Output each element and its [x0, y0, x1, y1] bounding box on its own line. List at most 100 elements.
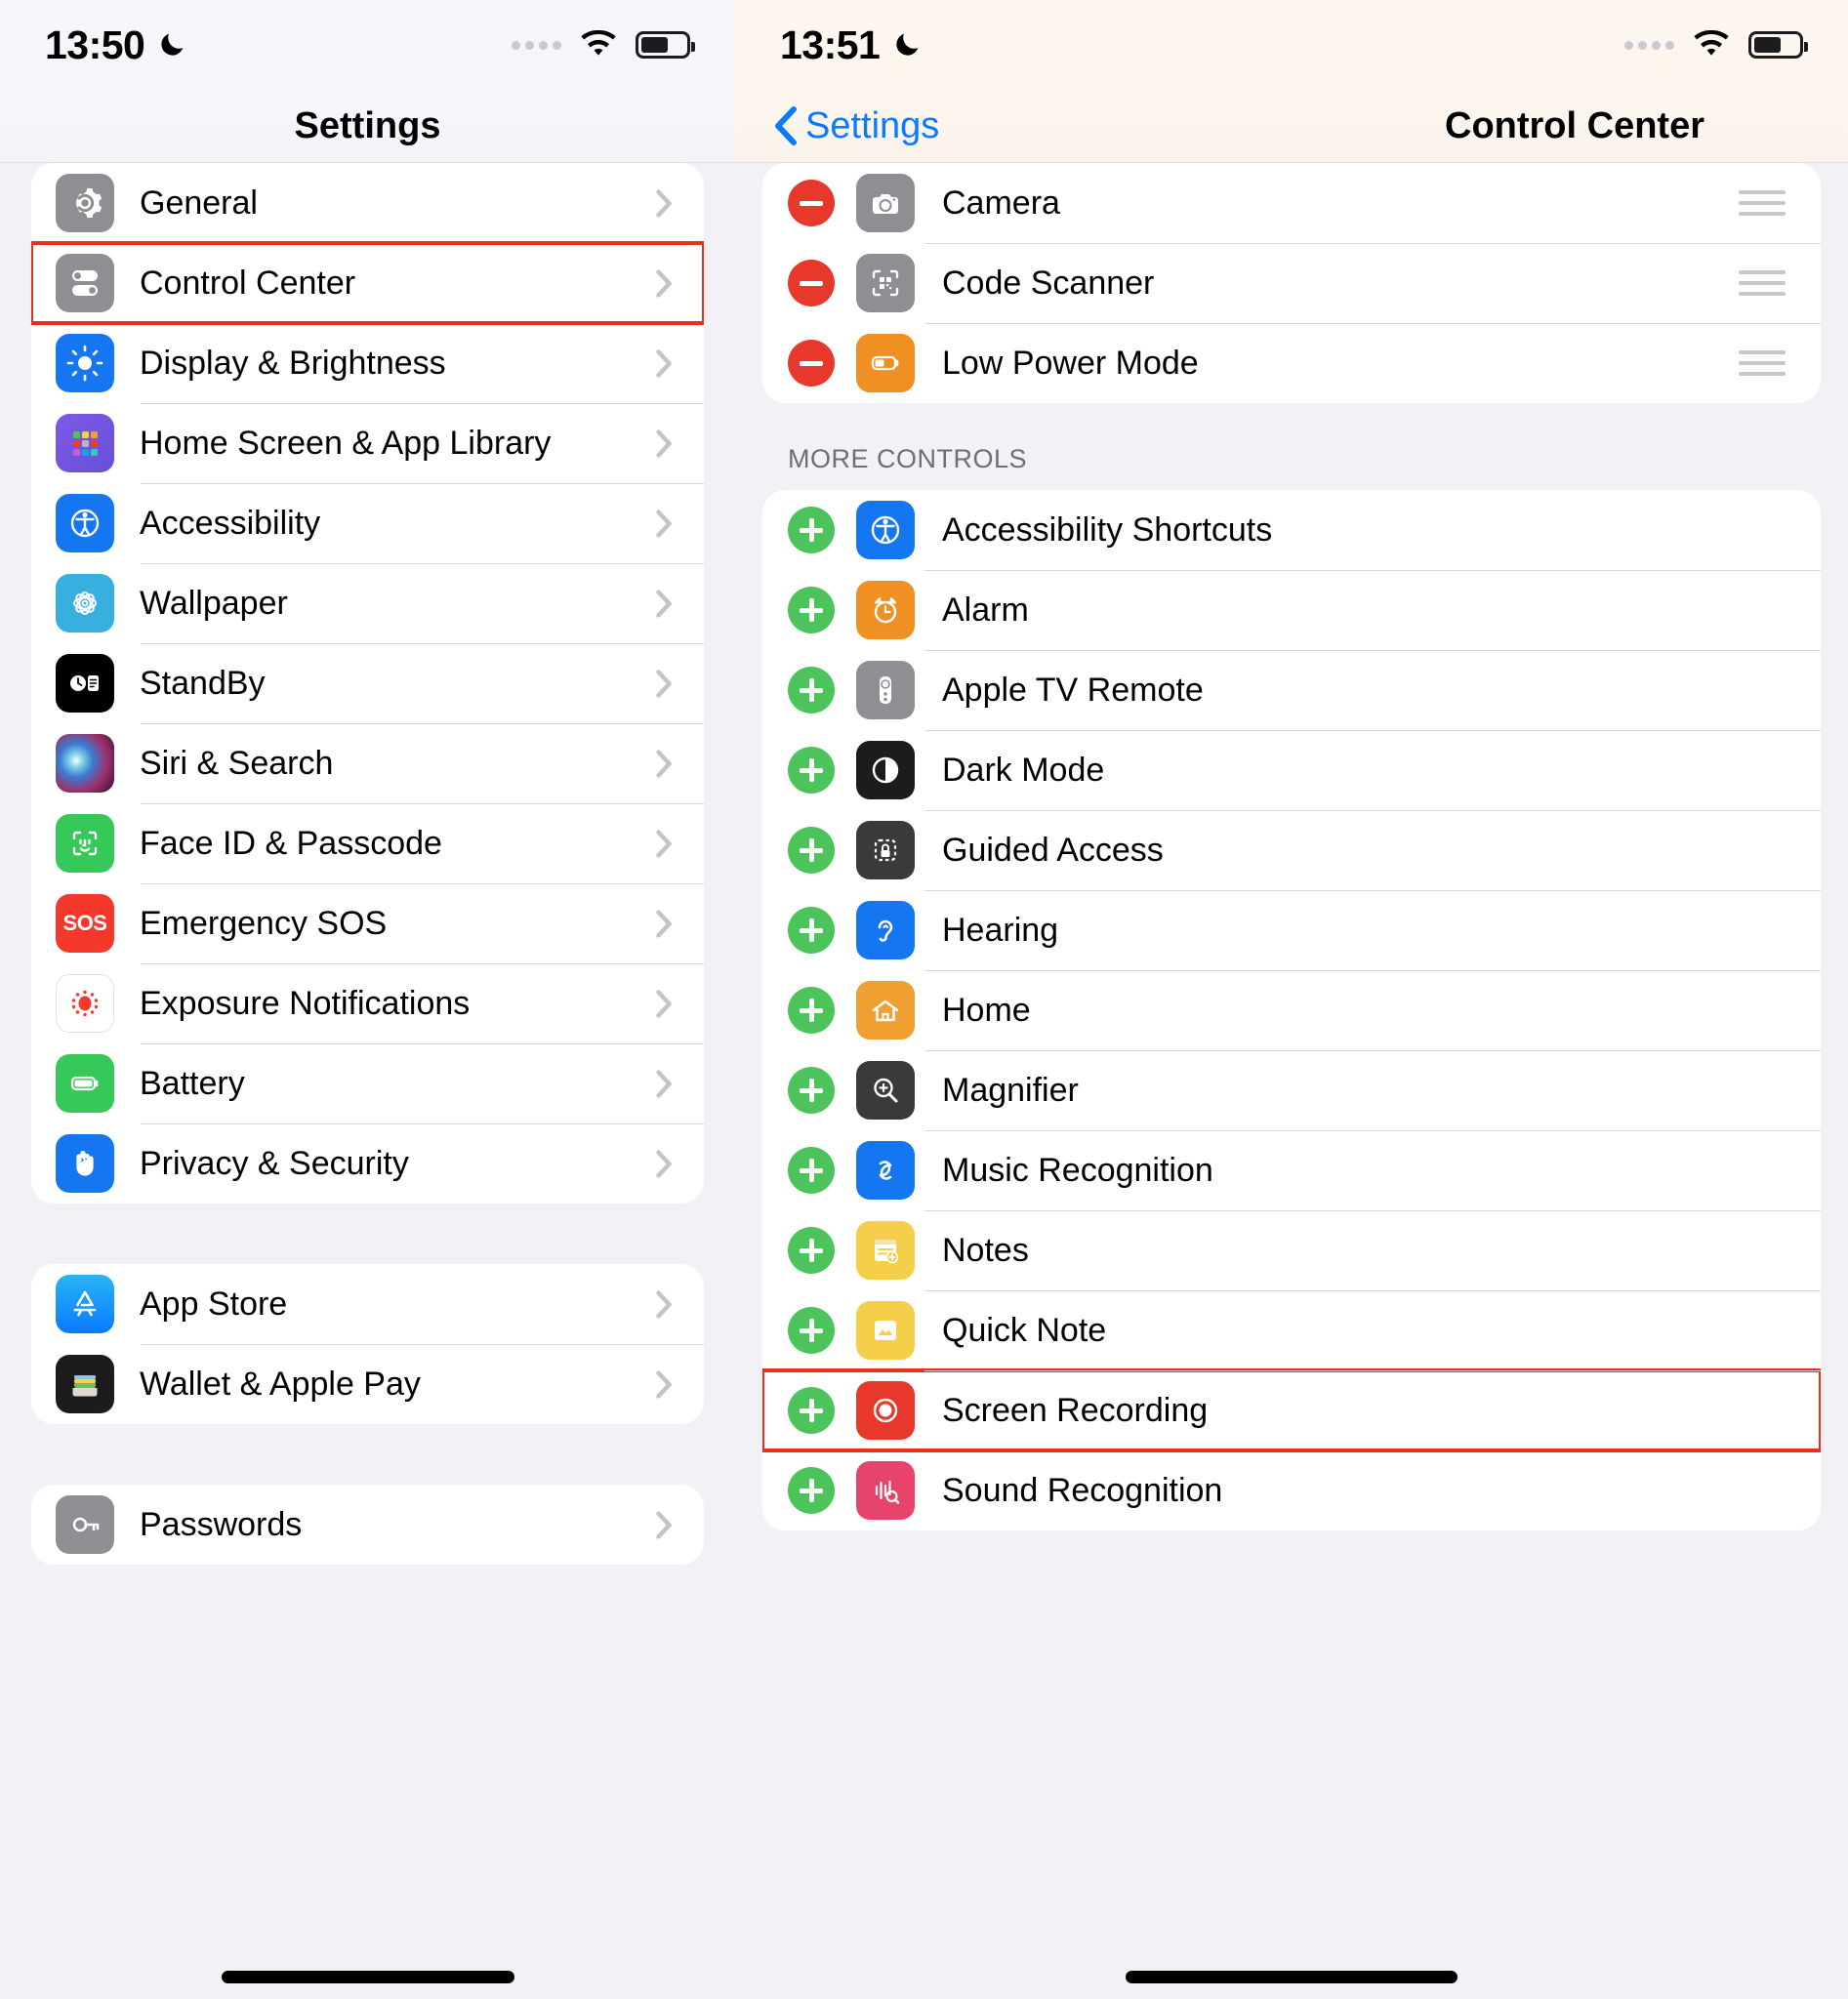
page-title: Settings: [294, 104, 441, 146]
reorder-handle-icon[interactable]: [1739, 350, 1786, 376]
settings-row-home-screen[interactable]: Home Screen & App Library: [31, 403, 704, 483]
chevron-right-icon: [656, 268, 672, 298]
status-time-right: 13:51: [780, 22, 922, 68]
add-control-button[interactable]: [788, 667, 835, 714]
back-button-label: Settings: [805, 104, 940, 146]
control-row-home[interactable]: Home: [762, 970, 1821, 1050]
accessibility-icon: [56, 494, 114, 552]
chevron-right-icon: [656, 669, 672, 698]
more-controls-header: MORE CONTROLS: [788, 444, 1028, 473]
control-row-low-power-mode[interactable]: Low Power Mode: [762, 323, 1821, 403]
control-row-guided-access[interactable]: Guided Access: [762, 810, 1821, 890]
remove-control-button[interactable]: [788, 340, 835, 387]
control-row-screen-recording[interactable]: Screen Recording: [762, 1368, 1821, 1452]
settings-row-label: General: [140, 184, 258, 222]
control-row-camera[interactable]: Camera: [762, 163, 1821, 243]
chevron-right-icon: [656, 1289, 672, 1319]
add-control-button[interactable]: [788, 1147, 835, 1194]
status-time-text: 13:51: [780, 21, 881, 67]
control-row-label: Alarm: [942, 591, 1029, 629]
page-title: Control Center: [1445, 104, 1704, 146]
control-row-code-scanner[interactable]: Code Scanner: [762, 243, 1821, 323]
standby-icon: [56, 654, 114, 713]
settings-row-display-brightness[interactable]: Display & Brightness: [31, 323, 704, 403]
add-control-button[interactable]: [788, 827, 835, 874]
control-row-music-recognition[interactable]: Music Recognition: [762, 1130, 1821, 1210]
chevron-right-icon: [656, 989, 672, 1018]
chevron-right-icon: [656, 829, 672, 858]
add-control-button[interactable]: [788, 987, 835, 1034]
control-row-hearing[interactable]: Hearing: [762, 890, 1821, 970]
status-time-text: 13:50: [45, 21, 145, 67]
face-id-icon: [56, 814, 114, 873]
remove-control-button[interactable]: [788, 260, 835, 306]
status-time-left: 13:50: [45, 22, 186, 68]
chevron-right-icon: [656, 749, 672, 778]
cellular-dots-icon: [1624, 40, 1674, 50]
settings-row-accessibility[interactable]: Accessibility: [31, 483, 704, 563]
control-row-sound-recognition[interactable]: Sound Recognition: [762, 1450, 1821, 1530]
settings-row-wallpaper[interactable]: Wallpaper: [31, 563, 704, 643]
settings-row-general[interactable]: General: [31, 163, 704, 243]
control-row-dark-mode[interactable]: Dark Mode: [762, 730, 1821, 810]
nav-bar-left: Settings: [0, 90, 735, 163]
settings-row-emergency-sos[interactable]: SOS Emergency SOS: [31, 883, 704, 963]
control-row-label: Home: [942, 991, 1031, 1029]
add-control-button[interactable]: [788, 1067, 835, 1114]
settings-row-standby[interactable]: StandBy: [31, 643, 704, 723]
dark-mode-icon: [856, 741, 915, 799]
chevron-right-icon: [656, 1149, 672, 1178]
settings-row-wallet[interactable]: Wallet & Apple Pay: [31, 1344, 704, 1424]
add-control-button[interactable]: [788, 507, 835, 553]
hand-privacy-icon: [56, 1134, 114, 1193]
add-control-button[interactable]: [788, 747, 835, 794]
control-row-apple-tv-remote[interactable]: Apple TV Remote: [762, 650, 1821, 730]
control-row-accessibility-shortcuts[interactable]: Accessibility Shortcuts: [762, 490, 1821, 570]
reorder-handle-icon[interactable]: [1739, 190, 1786, 216]
camera-icon: [856, 174, 915, 232]
app-store-icon: [56, 1275, 114, 1333]
control-row-label: Code Scanner: [942, 264, 1155, 302]
add-control-button[interactable]: [788, 1227, 835, 1274]
add-control-button[interactable]: [788, 1387, 835, 1434]
settings-row-siri-search[interactable]: Siri & Search: [31, 723, 704, 803]
control-row-label: Hearing: [942, 911, 1059, 949]
settings-row-passwords[interactable]: Passwords: [31, 1485, 704, 1565]
settings-group-system: General Control Center Display & Brightn…: [31, 163, 704, 1203]
settings-row-battery[interactable]: Battery: [31, 1043, 704, 1123]
accessibility-icon: [856, 501, 915, 559]
siri-icon: [56, 734, 114, 793]
add-control-button[interactable]: [788, 907, 835, 954]
chevron-left-icon: [775, 106, 797, 145]
add-control-button[interactable]: [788, 1307, 835, 1354]
settings-row-label: App Store: [140, 1285, 288, 1323]
control-row-label: Accessibility Shortcuts: [942, 510, 1273, 549]
settings-row-app-store[interactable]: App Store: [31, 1264, 704, 1344]
control-row-quick-note[interactable]: Quick Note: [762, 1290, 1821, 1370]
home-indicator-right: [1126, 1971, 1458, 1983]
quick-note-icon: [856, 1301, 915, 1360]
add-control-button[interactable]: [788, 587, 835, 633]
wallet-icon: [56, 1355, 114, 1413]
settings-row-control-center[interactable]: Control Center: [31, 241, 704, 325]
control-row-alarm[interactable]: Alarm: [762, 570, 1821, 650]
control-row-label: Notes: [942, 1231, 1029, 1269]
settings-row-label: Siri & Search: [140, 744, 334, 782]
settings-row-exposure-notifications[interactable]: Exposure Notifications: [31, 963, 704, 1043]
control-row-notes[interactable]: Notes: [762, 1210, 1821, 1290]
back-button[interactable]: Settings: [774, 105, 939, 147]
settings-row-face-id[interactable]: Face ID & Passcode: [31, 803, 704, 883]
chevron-right-icon: [656, 348, 672, 378]
chevron-right-icon: [656, 509, 672, 538]
add-control-button[interactable]: [788, 1467, 835, 1514]
remove-control-button[interactable]: [788, 180, 835, 226]
control-center-scroll-area[interactable]: Camera Code Scanner Low Power Mode MORE …: [735, 163, 1848, 1999]
reorder-handle-icon[interactable]: [1739, 270, 1786, 296]
control-row-label: Camera: [942, 184, 1060, 222]
control-row-magnifier[interactable]: Magnifier: [762, 1050, 1821, 1130]
settings-row-privacy-security[interactable]: Privacy & Security: [31, 1123, 704, 1203]
settings-scroll-area[interactable]: General Control Center Display & Brightn…: [0, 163, 735, 1999]
settings-row-label: Passwords: [140, 1505, 303, 1543]
more-controls-group: Accessibility Shortcuts Alarm Apple TV R…: [762, 490, 1821, 1530]
